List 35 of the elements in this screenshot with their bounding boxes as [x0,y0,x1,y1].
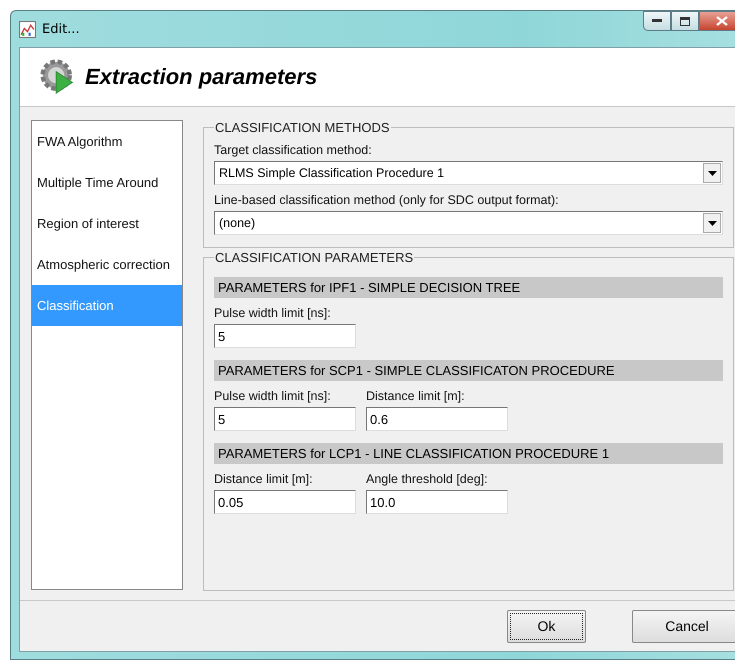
sidebar-item[interactable]: Atmospheric correction [32,244,182,285]
minimize-button[interactable] [643,11,671,31]
field-label: Angle threshold [deg]: [366,472,489,486]
maximize-icon [680,16,690,26]
field-label: Distance limit [m]: [366,389,466,403]
section-header: PARAMETERS for LCP1 - LINE CLASSIFICATION PROCEDURE 1 [214,443,723,464]
group-title: CLASSIFICATION METHODS [214,120,391,135]
section-header: PARAMETERS for SCP1 - SIMPLE CLASSIFICATON PROCEDURE [214,360,723,381]
field-label: Distance limit [m]: [214,472,314,486]
dropdown[interactable]: (none) [214,211,723,235]
sidebar-item[interactable]: Multiple Time Around [32,162,182,203]
group-title: CLASSIFICATION PARAMETERS [214,250,414,265]
dialog-button[interactable]: Ok [507,610,586,642]
dialog-heading: Extraction parameters [85,64,318,90]
gear-play-icon [40,59,76,95]
field-label: Pulse width limit [ns]: [214,306,332,320]
close-button[interactable] [699,11,735,31]
window-title: Edit... [42,22,80,36]
field-label: Pulse width limit [ns]: [214,389,332,403]
dialog-button[interactable]: Cancel [632,610,735,642]
close-icon [716,16,728,26]
sidebar-item[interactable]: FWA Algorithm [32,121,182,162]
sidebar-item[interactable]: Region of interest [32,203,182,244]
maximize-button[interactable] [671,11,699,31]
text-field[interactable]: 10.0 [366,490,508,514]
text-field[interactable]: 5 [214,324,356,348]
chart-icon [19,20,36,38]
field-label: Target classification method: [214,143,373,157]
text-field[interactable]: 5 [214,407,356,431]
text-field[interactable]: 0.6 [366,407,508,431]
dropdown[interactable]: RLMS Simple Classification Procedure 1 [214,161,723,185]
minimize-icon [652,19,662,23]
field-label: Line-based classification method (only for SDC output format): [214,193,560,207]
text-field[interactable]: 0.05 [214,490,356,514]
section-header: PARAMETERS for IPF1 - SIMPLE DECISION TREE [214,277,723,298]
